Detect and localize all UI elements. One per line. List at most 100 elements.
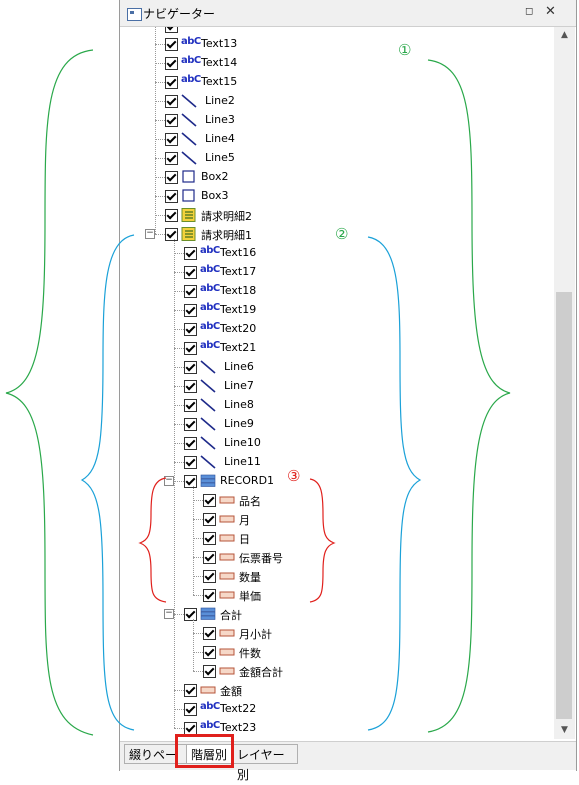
tree-item-日[interactable]: 日 xyxy=(120,529,550,548)
tree-connector xyxy=(193,500,203,501)
visibility-checkbox[interactable] xyxy=(184,456,197,469)
visibility-checkbox[interactable] xyxy=(203,570,216,583)
tree-item-Line9[interactable]: Line9 xyxy=(120,415,550,434)
visibility-checkbox[interactable] xyxy=(203,627,216,640)
visibility-checkbox[interactable] xyxy=(165,190,178,203)
tree-connector xyxy=(155,196,165,197)
tree-item-請求明細2[interactable]: 請求明細2 xyxy=(120,206,550,225)
tree-item-Text22[interactable]: abC Text22 xyxy=(120,700,550,719)
collapse-icon[interactable]: − xyxy=(164,476,174,486)
visibility-checkbox[interactable] xyxy=(165,95,178,108)
visibility-checkbox[interactable] xyxy=(184,380,197,393)
visibility-checkbox[interactable] xyxy=(165,133,178,146)
visibility-checkbox[interactable] xyxy=(184,266,197,279)
tree-connector xyxy=(174,405,184,406)
visibility-checkbox[interactable] xyxy=(165,38,178,51)
tree-item-Box3[interactable]: Box3 xyxy=(120,187,550,206)
tree-item-Text20[interactable]: abC Text20 xyxy=(120,320,550,339)
tree-item-合計[interactable]: − 合計 xyxy=(120,605,550,624)
tree-item-label: Text20 xyxy=(220,322,257,335)
visibility-checkbox[interactable] xyxy=(203,532,216,545)
visibility-checkbox[interactable] xyxy=(184,437,197,450)
visibility-checkbox[interactable] xyxy=(184,399,197,412)
tree-item-Line7[interactable]: Line7 xyxy=(120,377,550,396)
tree-item-Text15[interactable]: abC Text15 xyxy=(120,73,550,92)
line-icon xyxy=(200,379,216,393)
tree-item-金額合計[interactable]: 金額合計 xyxy=(120,662,550,681)
visibility-checkbox[interactable] xyxy=(165,114,178,127)
visibility-checkbox[interactable] xyxy=(184,703,197,716)
tree-item-Line10[interactable]: Line10 xyxy=(120,434,550,453)
visibility-checkbox[interactable] xyxy=(184,418,197,431)
visibility-checkbox[interactable] xyxy=(203,665,216,678)
visibility-checkbox[interactable] xyxy=(184,323,197,336)
collapse-icon[interactable]: − xyxy=(145,229,155,239)
tree-item-数量[interactable]: 数量 xyxy=(120,567,550,586)
tree-item-Line11[interactable]: Line11 xyxy=(120,453,550,472)
close-button[interactable]: ✕ xyxy=(545,4,556,19)
field-icon xyxy=(219,531,235,545)
field-icon xyxy=(200,683,216,697)
tree-item-label: Line6 xyxy=(224,360,254,373)
visibility-checkbox[interactable] xyxy=(203,513,216,526)
tree-item-Text19[interactable]: abC Text19 xyxy=(120,301,550,320)
tree-item-単価[interactable]: 単価 xyxy=(120,586,550,605)
line-icon xyxy=(181,132,197,146)
tree-item-label: Line10 xyxy=(224,436,261,449)
tree-item-Box2[interactable]: Box2 xyxy=(120,168,550,187)
tree-connector xyxy=(174,424,184,425)
tree-item-Line8[interactable]: Line8 xyxy=(120,396,550,415)
visibility-checkbox[interactable] xyxy=(203,551,216,564)
tree-item-Line2[interactable]: Line2 xyxy=(120,92,550,111)
tree-item-Line6[interactable]: Line6 xyxy=(120,358,550,377)
visibility-checkbox[interactable] xyxy=(203,494,216,507)
tree-item-Text13[interactable]: abC Text13 xyxy=(120,35,550,54)
collapse-icon[interactable]: − xyxy=(164,609,174,619)
visibility-checkbox[interactable] xyxy=(184,608,197,621)
visibility-checkbox[interactable] xyxy=(184,684,197,697)
scroll-down-arrow-icon[interactable]: ▼ xyxy=(554,722,575,739)
checkbox[interactable] xyxy=(165,27,178,33)
text-field-icon: abC xyxy=(200,720,220,731)
tree-item-Text14[interactable]: abC Text14 xyxy=(120,54,550,73)
dock-button[interactable]: ◻ xyxy=(525,6,533,17)
tree-view[interactable]: abC Text13 abC Text14 abC Text15 Line2 Line3 Lin… xyxy=(120,27,555,739)
tree-item-Text16[interactable]: abC Text16 xyxy=(120,244,550,263)
scroll-thumb[interactable] xyxy=(556,292,572,719)
visibility-checkbox[interactable] xyxy=(203,589,216,602)
tree-connector xyxy=(174,329,184,330)
tree-item-品名[interactable]: 品名 xyxy=(120,491,550,510)
visibility-checkbox[interactable] xyxy=(184,342,197,355)
visibility-checkbox[interactable] xyxy=(165,171,178,184)
tree-item-金額[interactable]: 金額 xyxy=(120,681,550,700)
visibility-checkbox[interactable] xyxy=(165,152,178,165)
tree-item-Text18[interactable]: abC Text18 xyxy=(120,282,550,301)
tree-item-月[interactable]: 月 xyxy=(120,510,550,529)
visibility-checkbox[interactable] xyxy=(184,285,197,298)
visibility-checkbox[interactable] xyxy=(184,361,197,374)
visibility-checkbox[interactable] xyxy=(184,304,197,317)
visibility-checkbox[interactable] xyxy=(184,475,197,488)
visibility-checkbox[interactable] xyxy=(165,76,178,89)
visibility-checkbox[interactable] xyxy=(184,247,197,260)
tree-item-Text21[interactable]: abC Text21 xyxy=(120,339,550,358)
scroll-up-arrow-icon[interactable]: ▲ xyxy=(554,27,575,44)
tree-item-Line5[interactable]: Line5 xyxy=(120,149,550,168)
tree-item-Text17[interactable]: abC Text17 xyxy=(120,263,550,282)
window-title: ナビゲーター xyxy=(143,7,216,21)
tree-item-Line3[interactable]: Line3 xyxy=(120,111,550,130)
visibility-checkbox[interactable] xyxy=(165,228,178,241)
tree-item-RECORD1[interactable]: − RECORD1 xyxy=(120,472,550,491)
visibility-checkbox[interactable] xyxy=(165,57,178,70)
tab-layers[interactable]: レイヤー別 xyxy=(232,744,298,782)
visibility-checkbox[interactable] xyxy=(203,646,216,659)
tree-item-Line4[interactable]: Line4 xyxy=(120,130,550,149)
visibility-checkbox[interactable] xyxy=(165,209,178,222)
tree-item-label: 請求明細2 xyxy=(201,210,252,223)
vertical-scrollbar[interactable]: ▲ ▼ xyxy=(554,27,575,739)
text-field-icon: abC xyxy=(181,55,201,66)
tree-item-月小計[interactable]: 月小計 xyxy=(120,624,550,643)
tree-item-件数[interactable]: 件数 xyxy=(120,643,550,662)
tree-item-伝票番号[interactable]: 伝票番号 xyxy=(120,548,550,567)
tree-item-label: Text16 xyxy=(220,246,257,259)
